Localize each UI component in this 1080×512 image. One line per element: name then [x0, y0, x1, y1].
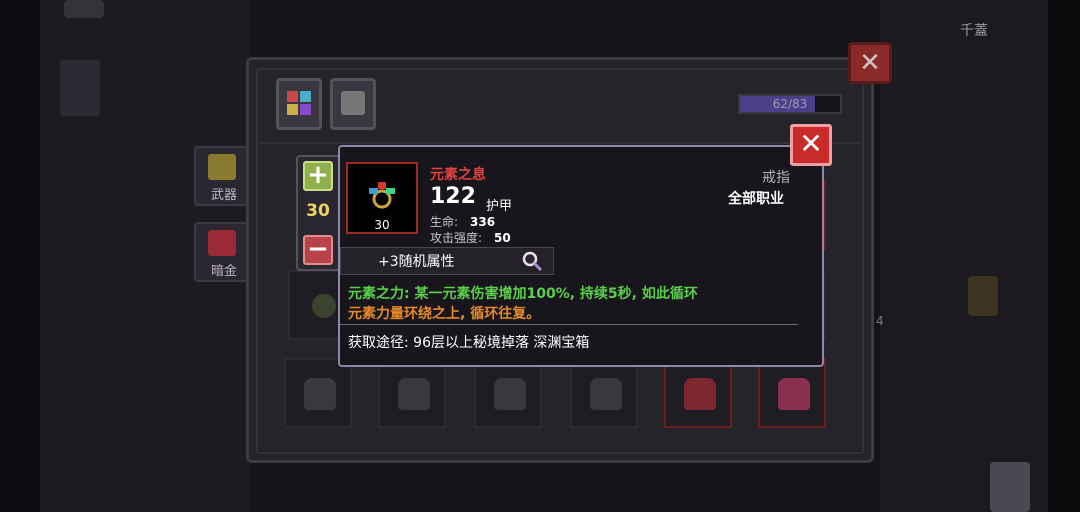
panel-divider [260, 142, 860, 144]
pet-view-button[interactable] [330, 78, 376, 130]
stat-value: 336 [470, 215, 496, 229]
left-edge-background [0, 0, 40, 512]
grid-icon [287, 91, 311, 115]
stat-label: 生命: [430, 215, 459, 229]
effect-text-line-2: 元素力量环绕之上, 循环往复。 [348, 306, 541, 322]
equipment-slot[interactable] [664, 358, 732, 428]
tab-secret-gold-label: 暗金 [210, 264, 237, 279]
tab-weapon[interactable]: 武器 [194, 140, 260, 206]
stat-label: 攻击强度: [430, 231, 483, 245]
equipment-slot[interactable] [378, 358, 446, 428]
equipment-slot[interactable] [474, 358, 542, 428]
quantity-value: 30 [306, 201, 330, 221]
lamp-sprite [968, 276, 998, 316]
close-icon: ✕ [799, 127, 823, 160]
tooltip-separator [340, 324, 798, 325]
close-inventory-button[interactable]: ✕ [848, 42, 892, 84]
increase-button[interactable]: + [303, 161, 333, 191]
close-icon: ✕ [859, 48, 881, 78]
close-tooltip-button[interactable]: ✕ [790, 124, 832, 166]
random-affix-label: +3随机属性 [378, 254, 455, 270]
tab-secret-gold[interactable]: 暗金 [194, 222, 254, 282]
grid-view-button[interactable] [276, 78, 322, 130]
armor-label: 护甲 [486, 199, 513, 214]
decrease-button[interactable]: − [303, 235, 333, 265]
right-scene-background [880, 0, 1050, 512]
ring-icon [369, 182, 395, 209]
weapon-icon [208, 154, 236, 180]
tab-weapon-label: 武器 [210, 188, 237, 203]
magnifier-icon[interactable] [521, 250, 543, 272]
chest-icon [208, 230, 236, 256]
equipment-slot[interactable] [284, 358, 352, 428]
acquisition-source: 获取途径: 96层以上秘境掉落 深渊宝箱 [348, 335, 590, 351]
pet-sprite [990, 462, 1030, 512]
cat-icon [341, 91, 365, 115]
corner-label: 千蓋 [960, 23, 988, 39]
item-type: 戒指 [762, 170, 790, 186]
armor-value: 122 [430, 184, 476, 209]
side-number: 4 [876, 314, 884, 328]
stat-row: 生命: 336 [430, 213, 495, 230]
equipment-slot[interactable] [758, 358, 826, 428]
inventory-capacity-bar: 62/83 [738, 94, 842, 114]
top-icon-sprite [64, 0, 104, 18]
item-name: 元素之息 [430, 167, 486, 183]
stat-row: 攻击强度: 50 [430, 229, 511, 246]
right-edge-background [1048, 0, 1080, 512]
item-level: 30 [374, 218, 390, 232]
effect-text-line-1: 元素之力: 某一元素伤害增加100%, 持续5秒, 如此循环 [348, 286, 698, 302]
equipment-slot[interactable] [570, 358, 638, 428]
character-sprite [60, 60, 100, 116]
stat-value: 50 [494, 231, 511, 245]
item-class-restriction: 全部职业 [728, 191, 784, 207]
capacity-text: 62/83 [772, 97, 808, 111]
